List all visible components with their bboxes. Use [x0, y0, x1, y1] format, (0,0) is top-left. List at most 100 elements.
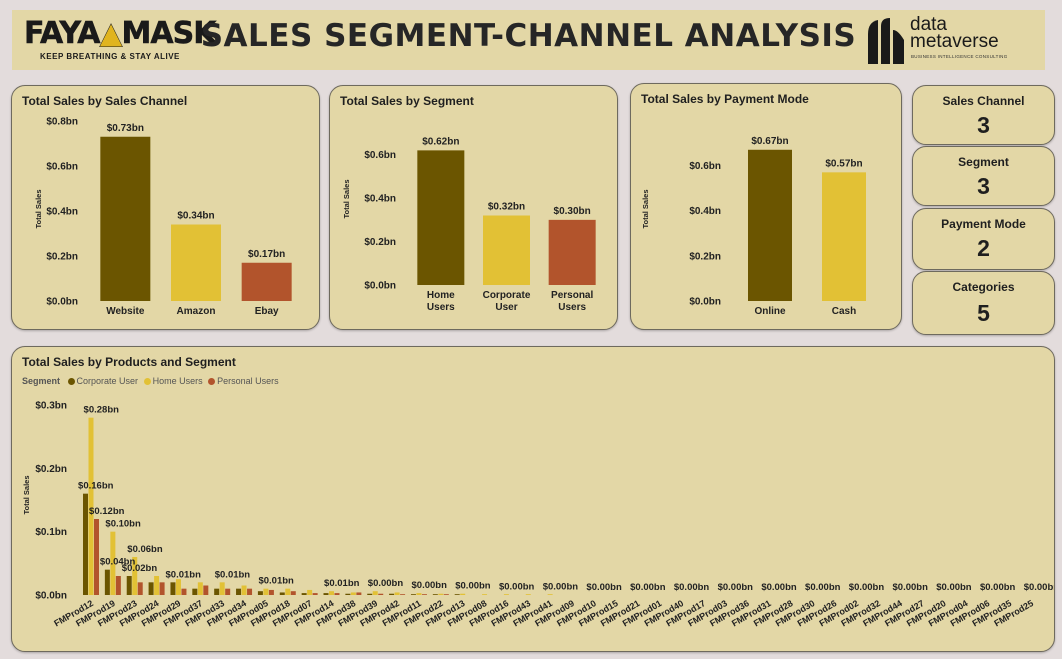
data-label: $0.10bn — [105, 519, 141, 530]
bar-fmprod11-0 — [410, 594, 416, 595]
bar-fmprod37-1 — [197, 582, 203, 595]
bar-fmprod14-1 — [329, 591, 334, 595]
data-metaverse-logo: data metaverse BUSINESS INTELLIGENCE CON… — [864, 15, 1034, 66]
x-tick-label: Cash — [832, 306, 856, 317]
data-label: $0.00bn — [455, 581, 491, 592]
data-label: $0.34bn — [177, 211, 214, 222]
bar-fmprod22-2 — [443, 594, 449, 595]
bar-fmprod38-0 — [345, 593, 351, 595]
bar-fmprod14-2 — [334, 593, 340, 595]
data-label: $0.32bn — [488, 202, 525, 213]
y-tick-label: $0.0bn — [689, 297, 721, 308]
data-label: $0.01bn — [215, 569, 251, 580]
bar-fmprod24-2 — [159, 582, 165, 595]
bar-fmprod33-0 — [214, 588, 220, 595]
data-label: $0.00bn — [980, 582, 1016, 593]
data-label: $0.01bn — [258, 576, 294, 587]
bar-fmprod12-0 — [83, 493, 88, 595]
y-tick-label: $0.2bn — [35, 464, 67, 475]
x-tick-label: Corporate — [483, 290, 531, 301]
data-label: $0.30bn — [554, 206, 591, 217]
kpi-value: 3 — [977, 173, 990, 199]
bar-fmprod13-1 — [460, 593, 466, 595]
data-label: $0.62bn — [422, 136, 459, 147]
bar-fmprod23-0 — [126, 576, 132, 595]
bar-fmprod42-0 — [389, 593, 395, 595]
bar-fmprod11-1 — [416, 593, 422, 595]
segment-chart: Total Sales $0.0bn $0.2bn $0.4bn $0.6bn $0.62… — [342, 136, 596, 313]
bar-website — [100, 136, 151, 301]
bar-fmprod34-1 — [241, 585, 247, 595]
bar-fmprod29-2 — [181, 588, 187, 595]
data-label: $0.02bn — [122, 563, 158, 574]
payment-mode-chart: Total Sales $0.0bn $0.2bn $0.4bn $0.6bn $0.67… — [641, 136, 866, 317]
y-axis-title: Total Sales — [34, 189, 43, 228]
bar-fmprod41-1 — [547, 594, 553, 595]
bar-fmprod12-2 — [94, 519, 99, 595]
kpi-sales-channel: Sales Channel 3 — [912, 85, 1055, 145]
x-tick-label: Users — [427, 302, 455, 313]
header-banner: FAYA▲MASK KEEP BREATHING & STAY ALIVE SA… — [12, 10, 1045, 70]
bar-fmprod34-2 — [247, 588, 253, 595]
y-tick-label: $0.4bn — [364, 194, 396, 205]
bar-fmprod24-1 — [154, 576, 160, 595]
data-label: $0.67bn — [751, 136, 788, 147]
data-label: $0.00bn — [368, 578, 404, 589]
bar-fmprod39-2 — [378, 593, 384, 595]
bar-fmprod33-1 — [219, 582, 225, 595]
data-metaverse-tagline: BUSINESS INTELLIGENCE CONSULTING — [911, 54, 1008, 59]
y-axis-title: Total Sales — [641, 189, 650, 228]
brand-line-metaverse: metaverse — [910, 31, 999, 52]
kpi-value: 2 — [977, 235, 990, 261]
kpi-label: Payment Mode — [941, 217, 1026, 231]
bar-fmprod43-1 — [525, 594, 531, 595]
bar-fmprod37-0 — [192, 588, 198, 595]
bar-fmprod34-0 — [236, 588, 242, 595]
bar-cash — [822, 172, 866, 301]
bar-fmprod18-1 — [285, 588, 291, 595]
segment-card: Total Sales by Segment Total Sales $0.0bn… — [329, 85, 618, 330]
y-tick-label: $0.6bn — [689, 161, 721, 172]
bar-fmprod29-1 — [175, 579, 181, 595]
bar-fmprod42-1 — [394, 592, 400, 595]
bar-amazon — [171, 224, 221, 301]
x-tick-label: Online — [754, 306, 786, 317]
data-label: $0.17bn — [248, 249, 285, 260]
y-tick-label: $0.6bn — [46, 162, 78, 173]
kpi-value: 3 — [977, 112, 990, 138]
sales-channel-chart: Total Sales $0.0bn $0.2bn $0.4bn $0.6bn $0.8b… — [34, 117, 292, 317]
y-tick-label: $0.1bn — [35, 527, 67, 538]
bar-fmprod38-2 — [356, 592, 362, 595]
x-tick-label: Users — [558, 302, 586, 313]
bar-fmprod14-0 — [323, 593, 329, 595]
data-label: $0.00bn — [499, 581, 535, 592]
bar-online — [748, 149, 792, 301]
y-tick-label: $0.0bn — [364, 281, 396, 292]
x-tick-label: Website — [106, 306, 145, 317]
y-tick-label: $0.4bn — [689, 206, 721, 217]
data-label: $0.00bn — [543, 581, 579, 592]
y-tick-label: $0.4bn — [46, 207, 78, 218]
data-label: $0.00bn — [718, 582, 754, 593]
bar-fmprod05-2 — [268, 589, 274, 595]
x-tick-label: User — [495, 302, 517, 313]
data-metaverse-wordmark: data metaverse — [910, 15, 999, 52]
y-tick-label: $0.6bn — [364, 150, 396, 161]
x-tick-label: Personal — [551, 290, 593, 301]
data-label: $0.00bn — [674, 582, 710, 593]
payment-mode-card: Total Sales by Payment Mode Total Sales $… — [630, 83, 902, 330]
sales-channel-card: Total Sales by Sales Channel Total Sales… — [11, 85, 320, 330]
bar-fmprod19-0 — [104, 569, 110, 595]
y-tick-label: $0.0bn — [46, 297, 78, 308]
bar-fmprod18-2 — [290, 591, 296, 595]
bar-fmprod05-0 — [257, 591, 263, 595]
bar-corporate-user — [483, 215, 530, 285]
bar-fmprod13-0 — [454, 594, 460, 595]
x-tick-label: Ebay — [255, 306, 279, 317]
y-tick-label: $0.0bn — [35, 591, 67, 602]
bar-fmprod18-0 — [279, 592, 285, 595]
y-tick-label: $0.8bn — [46, 117, 78, 128]
data-label: $0.00bn — [893, 582, 929, 593]
data-metaverse-mark-icon — [868, 18, 904, 64]
data-label: $0.00bn — [412, 580, 448, 591]
